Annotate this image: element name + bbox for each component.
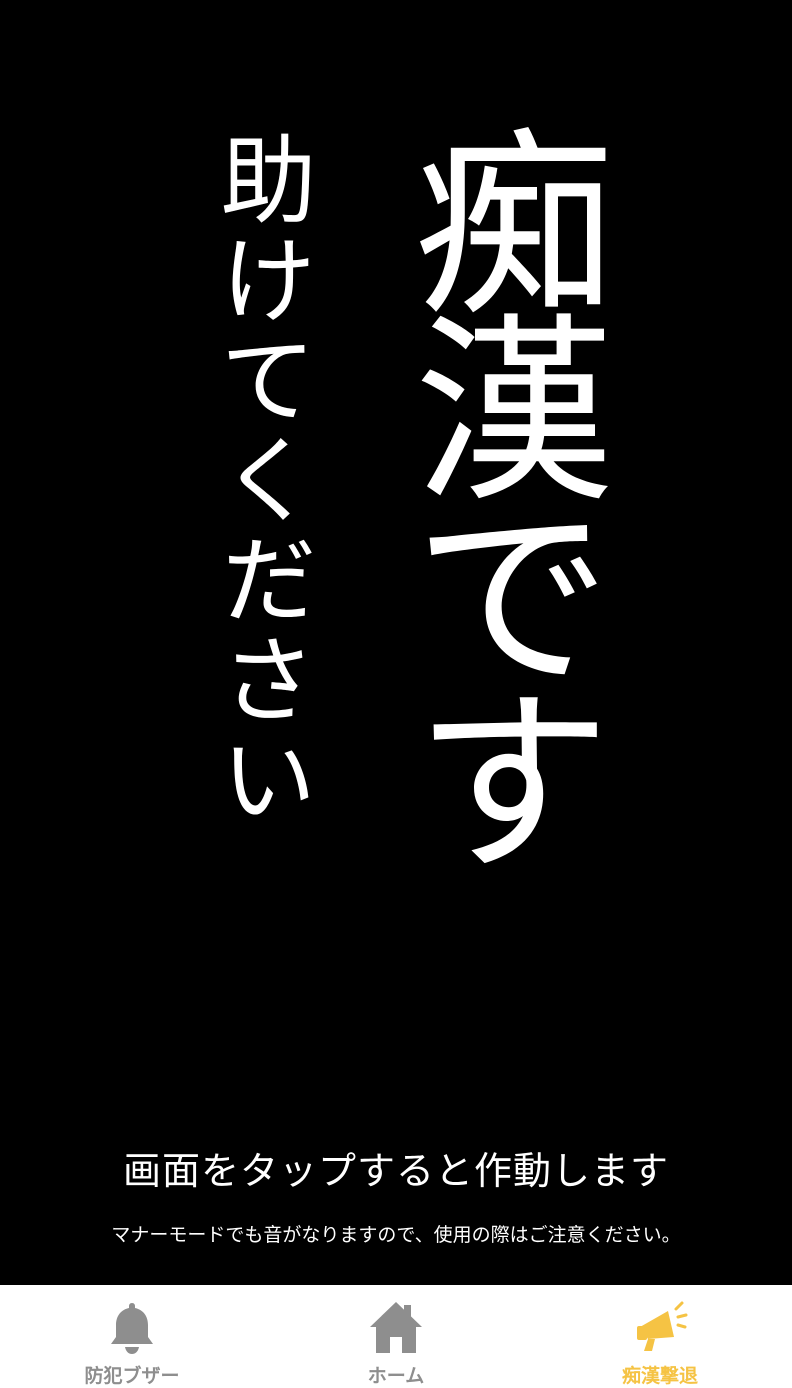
megaphone-icon — [637, 1301, 688, 1351]
tap-instruction: 画面をタップすると作動します — [122, 1149, 669, 1193]
home-icon — [370, 1302, 422, 1353]
tab-molester-repel[interactable]: 痴漢撃退 — [528, 1285, 792, 1388]
headline-text: 痴漢です — [379, 120, 612, 864]
tab-bar: 防犯ブザー ホーム 痴漢撃退 — [0, 1285, 792, 1388]
caution-note: マナーモードでも音がなりますので、使用の際はご注意ください。 — [111, 1224, 681, 1246]
bell-icon — [111, 1303, 153, 1354]
tab-label-home: ホーム — [367, 1365, 425, 1387]
tab-crime-buzzer[interactable]: 防犯ブザー — [0, 1285, 264, 1388]
tab-label-crime-buzzer: 防犯ブザー — [84, 1365, 180, 1387]
tab-label-molester-repel: 痴漢撃退 — [621, 1365, 698, 1387]
tab-home[interactable]: ホーム — [264, 1285, 528, 1388]
alarm-tap-area[interactable]: 痴漢です 助けてください 画面をタップすると作動します マナーモードでも音がなり… — [0, 0, 792, 1285]
subline-text: 助けてください — [204, 130, 316, 830]
